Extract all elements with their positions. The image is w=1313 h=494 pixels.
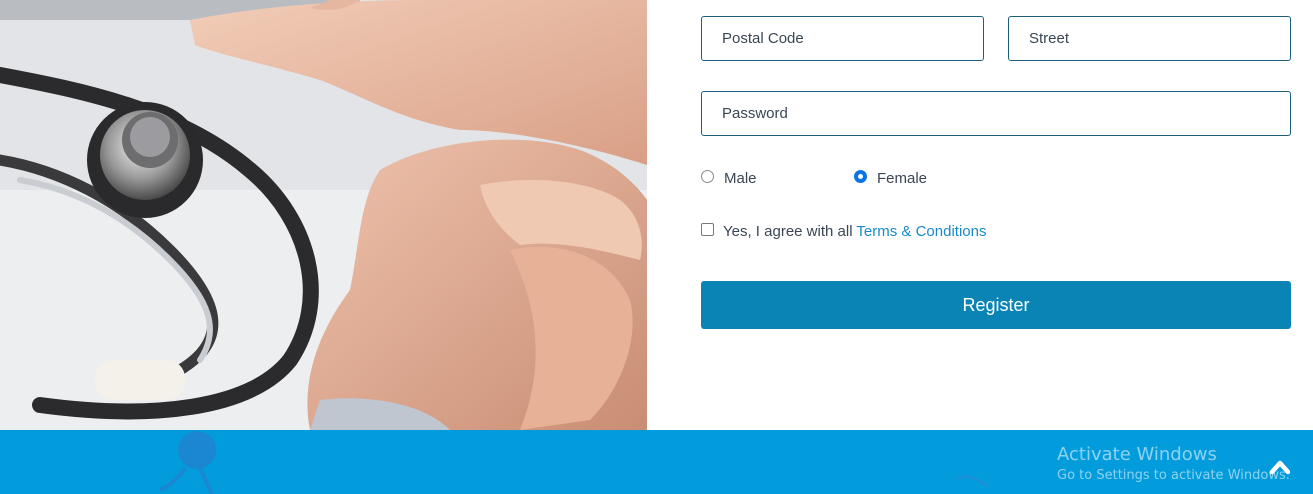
terms-conditions-link[interactable]: Terms & Conditions: [856, 223, 986, 240]
agree-checkbox[interactable]: [701, 223, 714, 236]
register-button[interactable]: Register: [701, 281, 1291, 329]
activate-windows-title: Activate Windows: [1057, 444, 1217, 465]
terms-agreement: Yes, I agree with all Terms & Conditions: [701, 221, 986, 240]
activate-windows-subtitle: Go to Settings to activate Windows.: [1057, 468, 1290, 483]
decorative-figure-icon: [160, 431, 216, 494]
street-input[interactable]: [1008, 16, 1291, 61]
chevron-up-icon: [1270, 460, 1290, 475]
radio-female[interactable]: [854, 169, 867, 183]
radio-female-label: Female: [877, 169, 928, 187]
gender-option-male[interactable]: Male: [701, 165, 757, 187]
agree-text: Yes, I agree with all: [723, 223, 857, 240]
decorative-shape-icon: [958, 475, 989, 488]
password-input[interactable]: [701, 91, 1291, 136]
hero-photo: [0, 0, 647, 430]
gender-option-female[interactable]: Female: [854, 165, 927, 187]
radio-male[interactable]: [701, 169, 714, 183]
footer-band: Activate Windows Go to Settings to activ…: [0, 430, 1313, 494]
doctor-hands-stethoscope-image: [0, 0, 647, 430]
agree-text-wrap: Yes, I agree with all Terms & Conditions: [723, 223, 986, 240]
activate-windows-watermark: Activate Windows Go to Settings to activ…: [1057, 444, 1290, 485]
radio-male-label: Male: [724, 169, 757, 187]
postal-code-input[interactable]: [701, 16, 984, 61]
scroll-to-top-button[interactable]: [1266, 452, 1294, 480]
